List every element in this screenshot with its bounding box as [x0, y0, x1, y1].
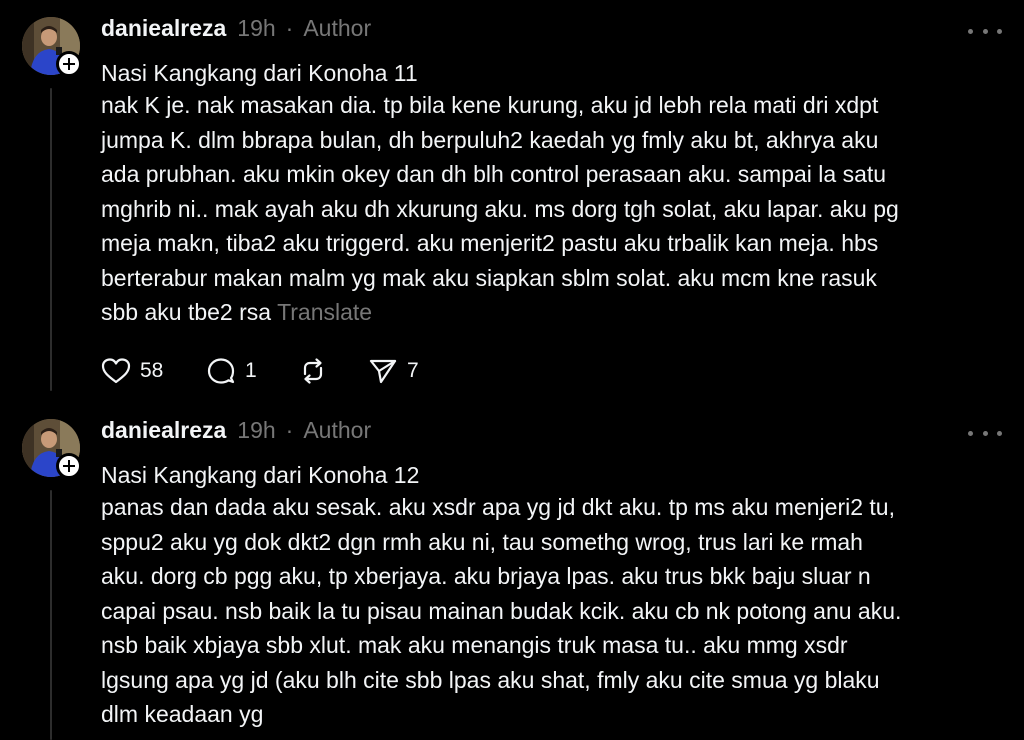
thread-post: daniealreza 19h · Author Nasi Kangkang d… — [0, 402, 1024, 740]
body-line: berterabur makan malm yg mak aku siapkan… — [101, 264, 877, 291]
post-body: nak K je. nak masakan dia. tp bila kene … — [101, 88, 1001, 330]
avatar[interactable] — [22, 17, 82, 77]
follow-button[interactable] — [56, 453, 82, 479]
username[interactable]: daniealreza — [101, 15, 226, 42]
post-title: Nasi Kangkang dari Konoha 12 — [101, 462, 420, 488]
body-line: sbb aku tbe2 rsa — [101, 299, 272, 325]
author-label: Author — [303, 15, 372, 41]
translate-link[interactable]: Translate — [277, 299, 372, 325]
more-button[interactable] — [968, 423, 1002, 443]
post-header: daniealreza 19h · Author — [101, 15, 371, 45]
thread-line — [50, 490, 52, 740]
post-time[interactable]: 19h — [237, 417, 275, 444]
post-header: daniealreza 19h · Author — [101, 417, 371, 447]
thread-post: daniealreza 19h · Author Nasi Kangkang d… — [0, 0, 1024, 402]
reply-count: 1 — [245, 359, 257, 382]
reply-button[interactable]: 1 — [206, 355, 298, 387]
body-line: nsb baik xbjaya sbb xlut. mak aku menang… — [101, 632, 848, 658]
post-body: panas dan dada aku sesak. aku xsdr apa y… — [101, 490, 1001, 732]
body-line: nak K je. nak masakan dia. tp bila kene … — [101, 92, 879, 118]
body-line: ada prubhan. aku mkin okey dan dh blh co… — [101, 161, 887, 187]
author-label: Author — [303, 417, 372, 443]
more-button[interactable] — [968, 21, 1002, 41]
repost-button[interactable] — [298, 355, 368, 387]
repost-icon — [303, 358, 323, 384]
body-line-last: sbb aku tbe2 rsa Translate — [101, 295, 1001, 330]
separator-dot: · — [285, 417, 294, 443]
more-horizontal-icon — [968, 28, 973, 34]
body-line: dlm keadaan yg — [101, 701, 264, 727]
heart-icon — [101, 358, 131, 384]
comment-icon — [207, 358, 235, 384]
more-horizontal-icon — [968, 430, 973, 436]
body-line: sppu2 aku yg dok dkt2 dgn rmh aku ni, ta… — [101, 528, 863, 555]
like-button[interactable]: 58 — [101, 355, 206, 387]
body-line: lgsung apa yg jd (aku blh cite sbb lpas … — [101, 666, 880, 693]
thread-line — [50, 88, 52, 391]
body-line: capai psau. nsb baik la tu pisau mainan … — [101, 597, 902, 624]
share-count: 7 — [407, 359, 419, 382]
body-line: mghrib ni.. mak ayah aku dh xkurung aku.… — [101, 195, 899, 222]
action-bar: 58 1 7 — [101, 355, 419, 387]
post-time[interactable]: 19h — [237, 15, 275, 42]
separator-dot: · — [285, 15, 294, 41]
username[interactable]: daniealreza — [101, 417, 226, 444]
body-line: aku. dorg cb pgg aku, tp xberjaya. aku b… — [101, 563, 871, 589]
share-button[interactable]: 7 — [368, 355, 419, 387]
body-line: panas dan dada aku sesak. aku xsdr apa y… — [101, 494, 895, 520]
like-count: 58 — [140, 359, 164, 382]
body-line: meja makn, tiba2 aku triggerd. aku menje… — [101, 230, 879, 256]
follow-button[interactable] — [56, 51, 82, 77]
plus-icon — [63, 58, 75, 70]
body-line: jumpa K. dlm bbrapa bulan, dh berpuluh2 … — [101, 126, 879, 153]
post-title: Nasi Kangkang dari Konoha 11 — [101, 60, 418, 86]
plus-icon — [63, 460, 75, 472]
send-icon — [369, 359, 397, 384]
avatar[interactable] — [22, 419, 82, 479]
